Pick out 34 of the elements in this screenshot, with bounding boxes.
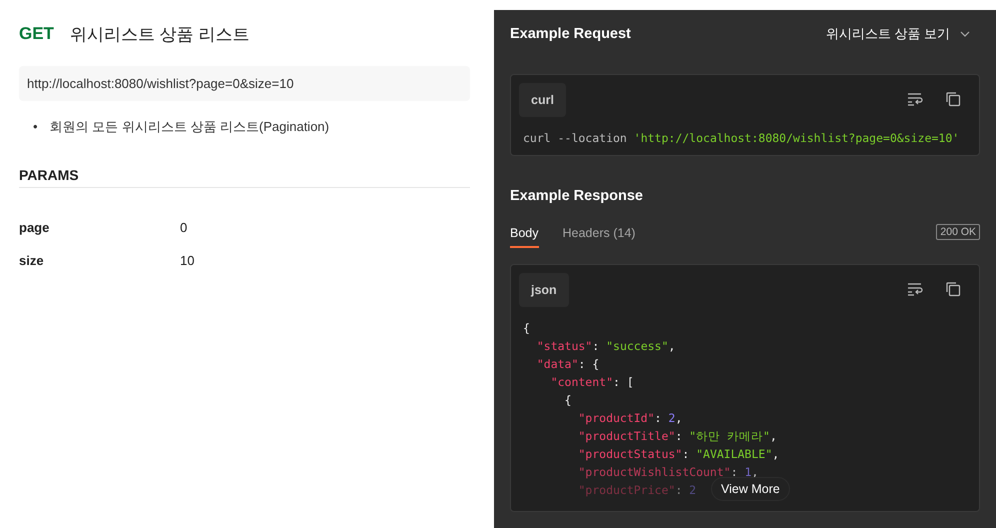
wrap-lines-icon[interactable]	[907, 281, 923, 297]
param-name: size	[19, 253, 45, 268]
param-value: 10	[180, 253, 194, 268]
request-title: 위시리스트 상품 리스트	[70, 24, 250, 46]
code-line: "status": "success",	[536, 338, 676, 355]
copy-icon[interactable]	[945, 91, 961, 107]
code-line: "data": {	[536, 356, 600, 373]
copy-icon[interactable]	[945, 281, 961, 297]
code-line: curl --location 'http://localhost:8080/wishlist?page=0&size=10'	[523, 130, 960, 147]
language-label: curl	[519, 83, 566, 117]
code-line: "productPrice": 2	[578, 482, 696, 499]
response-tab[interactable]: Body	[510, 226, 538, 248]
section-heading: Example Request	[510, 26, 631, 42]
code-line: "content": [	[550, 374, 634, 391]
code-line: "productTitle": "하만 카메라",	[578, 428, 777, 445]
view-more-button[interactable]: View More	[711, 477, 790, 501]
code-line: "productId": 2,	[578, 410, 682, 427]
param-value: 0	[180, 220, 188, 235]
example-dropdown[interactable]: 위시리스트 상품 보기	[826, 25, 980, 43]
code-line: "productStatus": "AVAILABLE",	[578, 446, 780, 463]
code-line: {	[523, 320, 530, 337]
chevron-down-icon	[960, 31, 970, 37]
status-badge: 200 OK	[936, 224, 980, 240]
response-tab[interactable]: Headers (14)	[562, 226, 636, 248]
language-label: json	[519, 273, 569, 307]
http-method: GET	[19, 24, 54, 44]
params-heading: PARAMS	[19, 167, 470, 188]
description-item: 회원의 모든 위시리스트 상품 리스트(Pagination)	[50, 118, 330, 136]
param-name: page	[19, 220, 50, 235]
url-field: http://localhost:8080/wishlist?page=0&size=10	[19, 66, 470, 101]
code-line: {	[564, 392, 572, 409]
bullet-marker: •	[33, 118, 38, 136]
wrap-lines-icon[interactable]	[907, 91, 923, 107]
section-heading: Example Response	[510, 188, 644, 204]
